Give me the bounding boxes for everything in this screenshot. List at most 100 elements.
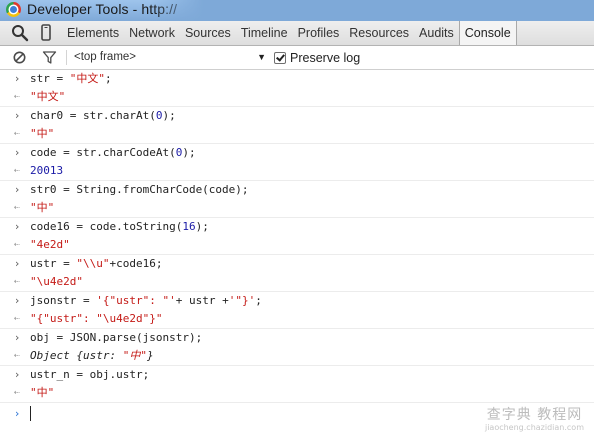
input-token: '"}' — [228, 294, 256, 307]
input-token: '{"ustr": "' — [96, 294, 176, 307]
console-input-line: › code16 = code.toString(16); — [0, 218, 594, 236]
toolbar-divider — [66, 50, 67, 65]
input-token: char0 = str.charAt( — [30, 109, 156, 122]
tab-audits[interactable]: Audits — [414, 21, 459, 45]
result-arrow-icon: ⇠ — [13, 202, 21, 213]
preserve-log-label: Preserve log — [290, 50, 361, 65]
console-input-line: › ustr = "\\u"+code16; — [0, 255, 594, 273]
chevron-right-icon: › — [13, 220, 21, 233]
search-icon[interactable] — [8, 21, 32, 45]
console-input-line: › obj = JSON.parse(jsonstr); — [0, 329, 594, 347]
result-arrow-icon: ⇠ — [13, 387, 21, 398]
chevron-right-icon: › — [13, 146, 21, 159]
frame-select[interactable]: <top frame> ▼ — [74, 49, 270, 66]
result-value: "{"ustr": "\u4e2d"}" — [30, 312, 163, 325]
console-entry: › jsonstr = '{"ustr": "'+ ustr +'"}'; ⇠ "{"… — [0, 292, 594, 329]
console-input-line: › str = "中文"; — [0, 70, 594, 88]
result-value: 20013 — [30, 164, 64, 177]
console-result-line: ⇠ "中" — [0, 199, 594, 217]
input-token: jsonstr = — [30, 294, 97, 307]
input-token: 16 — [182, 220, 196, 233]
console-input-line: › char0 = str.charAt(0); — [0, 107, 594, 125]
result-value: "中" — [30, 127, 55, 140]
panel-tabs: Elements Network Sources Timeline Profiles Re… — [62, 21, 517, 45]
chevron-right-icon: › — [13, 368, 21, 381]
input-token: ; — [105, 72, 112, 85]
input-token: "\\u" — [76, 257, 110, 270]
console-result-line: ⇠ "中文" — [0, 88, 594, 106]
tab-profiles[interactable]: Profiles — [293, 21, 345, 45]
console-entry: › str0 = String.fromCharCode(code); ⇠ "中" — [0, 181, 594, 218]
prompt-chevron-icon: › — [13, 407, 21, 420]
chevron-right-icon: › — [13, 183, 21, 196]
object-preview-suffix: } — [146, 349, 154, 362]
tab-elements[interactable]: Elements — [62, 21, 124, 45]
result-arrow-icon: ⇠ — [13, 239, 21, 250]
result-value: "\u4e2d" — [30, 275, 83, 288]
tab-sources[interactable]: Sources — [180, 21, 236, 45]
console-input-line: › str0 = String.fromCharCode(code); — [0, 181, 594, 199]
watermark-main: 查字典 教程网 — [486, 407, 583, 423]
result-value: "4e2d" — [30, 238, 70, 251]
input-token: ustr_n = obj.ustr; — [30, 368, 150, 381]
result-arrow-icon: ⇠ — [13, 350, 21, 361]
console-result-line: ⇠ "中" — [0, 384, 594, 402]
result-arrow-icon: ⇠ — [13, 165, 21, 176]
console-entry: › code = str.charCodeAt(0); ⇠ 20013 — [0, 144, 594, 181]
console-input-line: › code = str.charCodeAt(0); — [0, 144, 594, 162]
console-result-line: ⇠ "中" — [0, 125, 594, 143]
input-token: obj = JSON.parse(jsonstr); — [30, 331, 203, 344]
tab-console[interactable]: Console — [458, 21, 517, 45]
input-token: ); — [162, 109, 176, 122]
watermark-sub: jiaocheng.chazidian.com — [484, 423, 584, 432]
input-token: +code16; — [109, 257, 163, 270]
console-output: › str = "中文"; ⇠ "中文" › char0 = str.charAt(0);… — [0, 70, 594, 439]
input-token: "中文" — [69, 72, 105, 85]
console-result-line: ⇠ Object {ustr: "中"} — [0, 347, 594, 365]
tab-timeline[interactable]: Timeline — [236, 21, 293, 45]
preserve-log-option[interactable]: Preserve log — [274, 49, 360, 66]
input-token: ); — [195, 220, 209, 233]
result-value: "中" — [30, 386, 55, 399]
result-value: "中" — [30, 201, 55, 214]
clear-console-icon[interactable] — [12, 50, 27, 65]
input-token: str = — [30, 72, 70, 85]
chevron-right-icon: › — [13, 109, 21, 122]
console-entry: › ustr_n = obj.ustr; ⇠ "中" — [0, 366, 594, 403]
console-result-line: ⇠ 20013 — [0, 162, 594, 180]
result-arrow-icon: ⇠ — [13, 313, 21, 324]
input-token: code16 = code.toString( — [30, 220, 183, 233]
console-entry: › char0 = str.charAt(0); ⇠ "中" — [0, 107, 594, 144]
object-preview-value: "中" — [122, 349, 147, 362]
watermark-logo: 查字典 教程网 jiaocheng.chazidian.com — [485, 407, 584, 433]
device-mode-icon[interactable] — [34, 21, 58, 45]
console-input-line: › ustr_n = obj.ustr; — [0, 366, 594, 384]
console-entry: › ustr = "\\u"+code16; ⇠ "\u4e2d" — [0, 255, 594, 292]
object-preview-prefix: Object {ustr: — [30, 349, 123, 362]
result-arrow-icon: ⇠ — [13, 128, 21, 139]
frame-select-value: <top frame> — [74, 51, 137, 63]
titlebar-fade — [150, 0, 594, 21]
preserve-log-checkbox[interactable] — [274, 51, 286, 64]
console-entry: › obj = JSON.parse(jsonstr); ⇠ Object {ustr… — [0, 329, 594, 366]
input-token: ); — [182, 146, 196, 159]
chevron-right-icon: › — [13, 72, 21, 85]
input-token: code = str.charCodeAt( — [30, 146, 176, 159]
object-preview[interactable]: Object {ustr: "中"} — [30, 349, 154, 362]
console-result-line: ⇠ "4e2d" — [0, 236, 594, 254]
console-result-line: ⇠ "\u4e2d" — [0, 273, 594, 291]
input-token: + ustr + — [175, 294, 229, 307]
console-entry: › str = "中文"; ⇠ "中文" — [0, 70, 594, 107]
filter-icon[interactable] — [42, 50, 57, 65]
console-entry: › code16 = code.toString(16); ⇠ "4e2d" — [0, 218, 594, 255]
chrome-logo-icon — [6, 2, 21, 17]
result-value: "中文" — [30, 90, 66, 103]
tab-resources[interactable]: Resources — [344, 21, 414, 45]
result-arrow-icon: ⇠ — [13, 91, 21, 102]
console-result-line: ⇠ "{"ustr": "\u4e2d"}" — [0, 310, 594, 328]
console-input-line: › jsonstr = '{"ustr": "'+ ustr +'"}'; — [0, 292, 594, 310]
result-arrow-icon: ⇠ — [13, 276, 21, 287]
input-token: ; — [255, 294, 262, 307]
tab-network[interactable]: Network — [124, 21, 180, 45]
chevron-right-icon: › — [13, 294, 21, 307]
